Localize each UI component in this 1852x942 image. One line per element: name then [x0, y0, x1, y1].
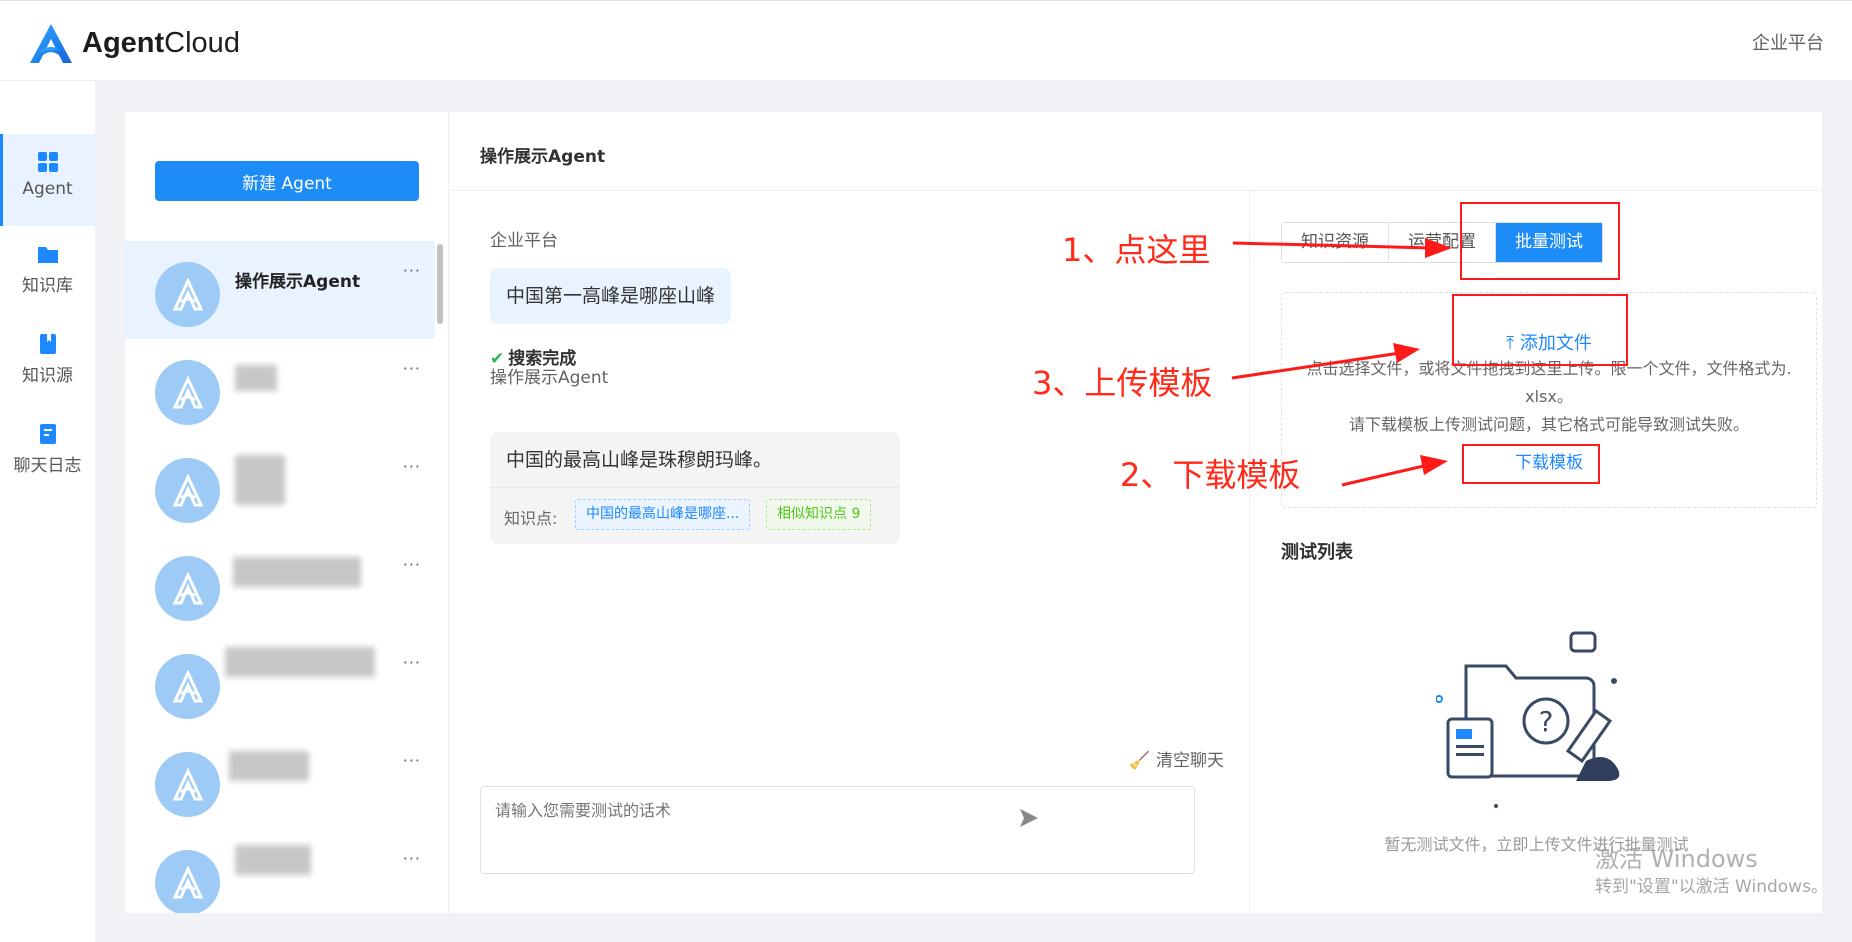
annotation-step2: 2、下载模板 [1120, 456, 1301, 494]
nav-item-agent[interactable]: Agent [0, 134, 95, 226]
agent-avatar [155, 360, 220, 425]
divider [490, 487, 900, 488]
knowledge-point-tag[interactable]: 中国的最高山峰是哪座... [575, 499, 751, 530]
similar-knowledge-tag[interactable]: 相似知识点 9 [766, 499, 872, 530]
folder-icon [37, 247, 58, 263]
redacted-name [235, 845, 311, 875]
agent-name: 操作展示Agent [235, 272, 361, 292]
svg-text:?: ? [1539, 705, 1554, 738]
agent-item[interactable]: ··· [125, 829, 435, 913]
agent-avatar [155, 556, 220, 621]
agent-avatar [155, 752, 220, 817]
agent-logo-icon [172, 473, 203, 506]
agent-logo-icon [172, 767, 203, 800]
redacted-name [235, 455, 285, 505]
agent-item[interactable]: ··· [125, 437, 435, 535]
more-icon[interactable]: ··· [403, 849, 421, 868]
redacted-name [229, 751, 309, 781]
user-sender: 企业平台 [490, 231, 558, 251]
agent-logo-icon [172, 865, 203, 898]
new-agent-button[interactable]: 新建 Agent [155, 161, 419, 201]
annotation-step3: 3、上传模板 [1032, 364, 1213, 402]
redacted-name [233, 557, 361, 587]
activation-watermark-title: 激活 Windows [1595, 845, 1758, 873]
more-icon[interactable]: ··· [403, 751, 421, 770]
platform-menu[interactable]: 企业平台 [1752, 29, 1824, 55]
annotation-box-download [1462, 444, 1600, 484]
logo-text: AgentCloud [82, 27, 240, 59]
knowledge-point-label: 知识点: [504, 509, 558, 528]
agentcloud-logo[interactable]: AgentCloud [26, 21, 240, 66]
log-icon [39, 424, 56, 444]
more-icon[interactable]: ··· [403, 457, 421, 476]
send-icon[interactable] [1018, 807, 1040, 829]
chat-title: 操作展示Agent [480, 147, 606, 167]
book-icon [39, 334, 56, 354]
agent-list: 新建 Agent 操作展示Agent ··· ··· ··· ··· ··· ·… [125, 112, 449, 913]
nav-label: 知识库 [22, 276, 73, 296]
chat-input[interactable] [480, 786, 1195, 874]
more-icon[interactable]: ··· [403, 555, 421, 574]
agent-avatar [155, 850, 220, 913]
list-scrollbar[interactable] [437, 244, 443, 324]
nav-item-chat-log[interactable]: 聊天日志 [0, 423, 95, 476]
nav-label: 聊天日志 [13, 456, 82, 476]
more-icon[interactable]: ··· [403, 653, 421, 672]
redacted-name [235, 365, 277, 391]
agent-avatar [155, 654, 220, 719]
chat-header [450, 112, 1822, 191]
grid-icon [37, 152, 58, 172]
broom-icon: 🧹 [1129, 751, 1151, 771]
agent-avatar [155, 262, 220, 327]
tab-knowledge-resources[interactable]: 知识资源 [1282, 223, 1389, 262]
top-header: AgentCloud 企业平台 [0, 0, 1852, 81]
agent-item-selected[interactable]: 操作展示Agent ··· [125, 241, 435, 339]
more-icon[interactable]: ··· [403, 359, 421, 378]
agent-item[interactable]: ··· [125, 731, 435, 829]
bot-sender: 操作展示Agent [490, 368, 609, 388]
chat-panel: 企业平台 中国第一高峰是哪座山峰 ✔ 搜索完成 操作展示Agent 中国的最高山峰… [450, 191, 1250, 913]
annotation-box-batch-test [1460, 202, 1620, 280]
clear-chat-button[interactable]: 🧹 清空聊天 [1129, 746, 1224, 771]
bot-answer: 中国的最高山峰是珠穆朗玛峰。 [506, 449, 773, 471]
nav-item-knowledge-base[interactable]: 知识库 [0, 243, 95, 296]
redacted-name [225, 647, 375, 677]
nav-label: 知识源 [22, 366, 73, 386]
nav-item-knowledge-source[interactable]: 知识源 [0, 333, 95, 386]
nav-label: Agent [22, 179, 73, 199]
agent-avatar [155, 458, 220, 523]
test-list-title: 测试列表 [1281, 542, 1353, 563]
agent-logo-icon [172, 375, 203, 408]
left-nav: Agent 知识库 知识源 聊天日志 [0, 81, 95, 942]
bot-message: 中国的最高山峰是珠穆朗玛峰。 知识点: 中国的最高山峰是哪座... 相似知识点 … [490, 432, 900, 544]
agent-item[interactable]: ··· [125, 535, 435, 633]
more-icon[interactable]: ··· [403, 261, 421, 280]
logo-icon [30, 24, 72, 63]
upload-description: 点击选择文件，或将文件拖拽到这里上传。限一个文件，文件格式为. xlsx。 请下… [1306, 359, 1792, 434]
annotation-step1: 1、点这里 [1062, 231, 1211, 269]
user-message: 中国第一高峰是哪座山峰 [490, 268, 732, 324]
agent-item[interactable]: ··· [125, 633, 435, 731]
agent-item[interactable]: ··· [125, 339, 435, 437]
agent-logo-icon [172, 277, 203, 310]
activation-watermark-subtitle: 转到"设置"以激活 Windows。 [1595, 877, 1828, 897]
empty-folder-illustration: ? [1436, 631, 1620, 808]
annotation-box-add-file [1452, 294, 1628, 366]
agent-logo-icon [172, 571, 203, 604]
agent-logo-icon [172, 669, 203, 702]
